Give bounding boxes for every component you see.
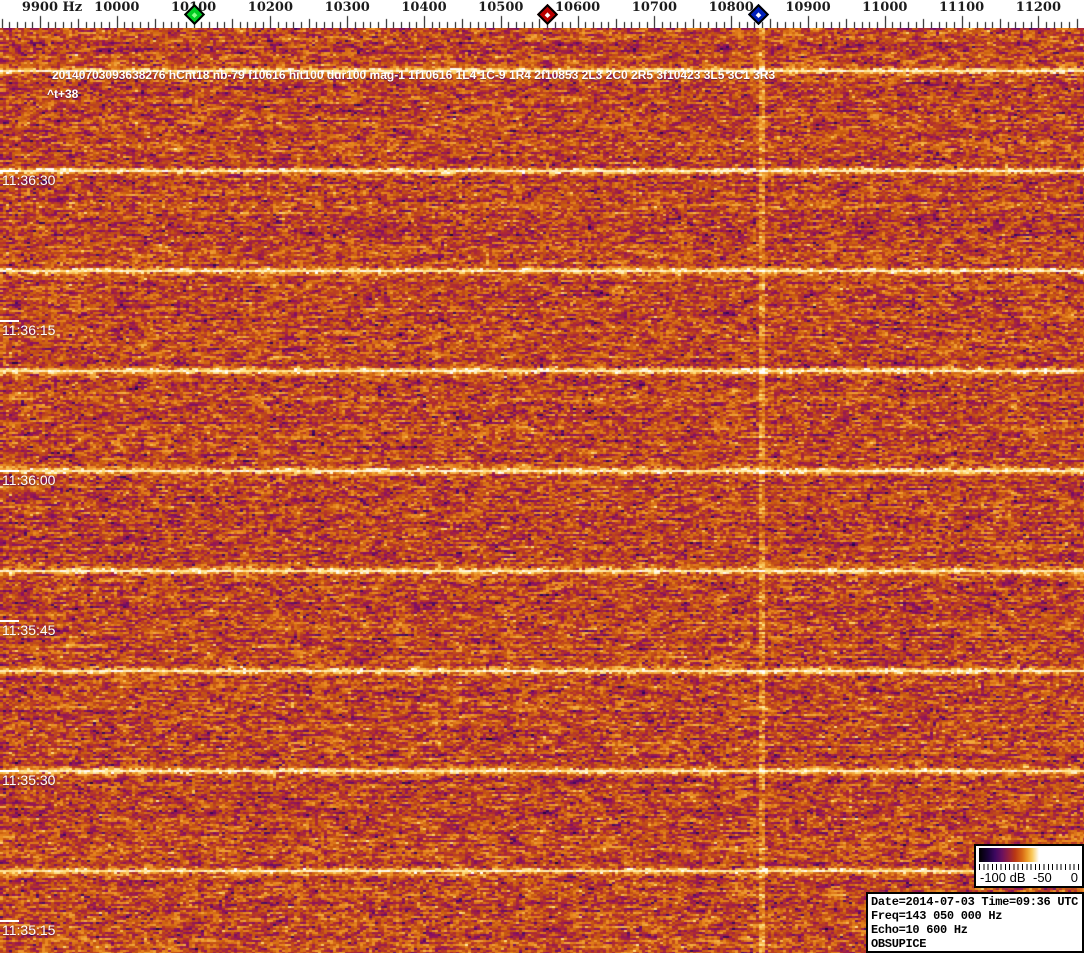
time-offset-text: ^t+38 <box>47 87 79 101</box>
color-gradient-bar[interactable] <box>979 848 1079 862</box>
spectrogram-canvas[interactable] <box>0 28 1084 953</box>
station-info-box: Date=2014-07-03 Time=09:36 UTC Freq=143 … <box>866 892 1084 953</box>
freq-tick-label: 10000 <box>94 0 140 15</box>
freq-tick-label: 11100 <box>938 0 985 15</box>
time-label: 11:36:00 <box>2 472 56 488</box>
freq-tick-label: 10400 <box>401 0 447 15</box>
freq-tick-label: 10700 <box>631 0 678 15</box>
freq-tick-label: 11200 <box>1015 0 1062 15</box>
color-scale-labels: -100 dB -50 0 <box>976 870 1082 886</box>
freq-tick-label: 10300 <box>324 0 370 15</box>
detection-result-text: 20140703093638276 hCnt18 nb-79 f10616 hi… <box>52 68 776 82</box>
freq-tick-label: 10500 <box>478 0 524 15</box>
freq-tick-label: 10800 <box>708 0 754 15</box>
freq-tick-label: 11000 <box>862 0 908 15</box>
time-label: 11:35:30 <box>2 772 56 788</box>
freq-tick-label: 10900 <box>785 0 831 15</box>
color-scale-legend[interactable]: -100 dB -50 0 <box>974 844 1084 888</box>
db-mid-label: -50 <box>1033 870 1052 885</box>
freq-tick-label: 9900 Hz <box>21 0 83 15</box>
info-station: OBSUPICE <box>871 937 927 951</box>
freq-tick-label: 10200 <box>247 0 294 15</box>
frequency-ruler[interactable]: 9900 Hz100001010010200103001040010500106… <box>0 0 1084 28</box>
info-echo: Echo=10 600 Hz <box>871 923 968 937</box>
time-label: 11:36:30 <box>2 172 56 188</box>
time-label: 11:35:45 <box>2 622 56 638</box>
time-label: 11:36:15 <box>2 322 56 338</box>
spectrogram-window: 9900 Hz100001010010200103001040010500106… <box>0 0 1084 953</box>
info-date-time: Date=2014-07-03 Time=09:36 UTC <box>871 895 1079 909</box>
db-min-label: -100 dB <box>980 870 1026 885</box>
freq-tick-label: 10600 <box>554 0 601 15</box>
waterfall-area: 20140703093638276 hCnt18 nb-79 f10616 hi… <box>0 28 1084 953</box>
db-max-label: 0 <box>1070 870 1078 885</box>
info-frequency: Freq=143 050 000 Hz <box>871 909 1003 923</box>
time-label: 11:35:15 <box>2 922 56 938</box>
